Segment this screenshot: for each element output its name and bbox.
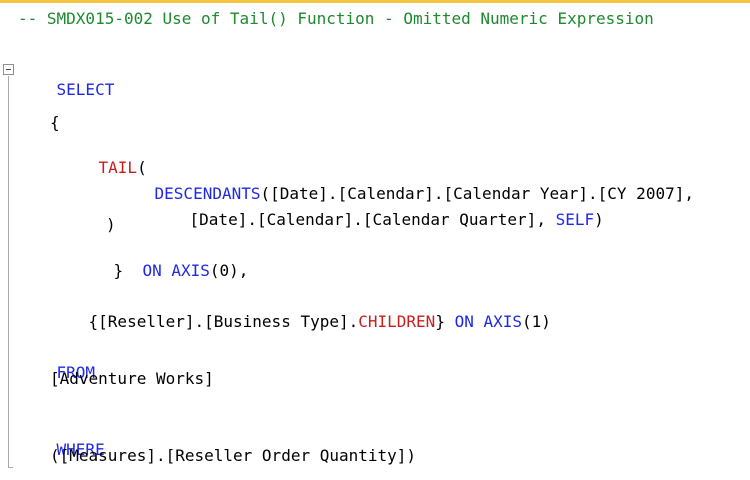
select-line: SELECT xyxy=(18,60,115,99)
tail-line: TAIL( xyxy=(60,138,147,177)
level-argument: [Date].[Calendar].[Calendar Quarter], xyxy=(189,210,556,229)
reseller-set-close: } xyxy=(435,312,455,331)
comment-line: -- SMDX015-002 Use of Tail() Function - … xyxy=(18,9,654,28)
open-brace-line: { xyxy=(50,113,60,132)
select-keyword: SELECT xyxy=(56,80,115,99)
children-function: CHILDREN xyxy=(358,312,436,331)
reseller-set-open: {[Reseller].[Business Type]. xyxy=(88,312,359,331)
outline-fold-end xyxy=(8,467,13,468)
axis1-line: {[Reseller].[Business Type].CHILDREN} ON… xyxy=(50,292,551,331)
axis1-args: (1) xyxy=(522,312,551,331)
slicer-line: ([Measures].[Reseller Order Quantity]) xyxy=(50,446,417,465)
query-editor[interactable]: -- SMDX015-002 Use of Tail() Function - … xyxy=(0,3,750,479)
axis-keyword-2: AXIS xyxy=(483,312,523,331)
close-brace: } xyxy=(113,261,124,280)
level-close-paren: ) xyxy=(594,210,604,229)
axis-keyword: AXIS xyxy=(171,261,210,280)
self-keyword: SELF xyxy=(555,210,595,229)
axis0-line: } ON AXIS(0), xyxy=(75,241,249,280)
where-line: WHERE xyxy=(18,420,105,459)
collapse-toggle-icon[interactable] xyxy=(3,64,14,75)
from-line: FROM xyxy=(18,343,96,382)
on-keyword-2: ON xyxy=(454,312,474,331)
tail-close-line: ) xyxy=(106,215,116,234)
level-line: [Date].[Calendar].[Calendar Quarter], SE… xyxy=(151,190,604,229)
axis0-args: (0), xyxy=(209,261,249,280)
descendants-line: DESCENDANTS([Date].[Calendar].[Calendar … xyxy=(116,164,694,203)
outline-fold-line xyxy=(8,76,9,468)
cube-line: [Adventure Works] xyxy=(50,369,214,388)
on-keyword: ON xyxy=(142,261,162,280)
